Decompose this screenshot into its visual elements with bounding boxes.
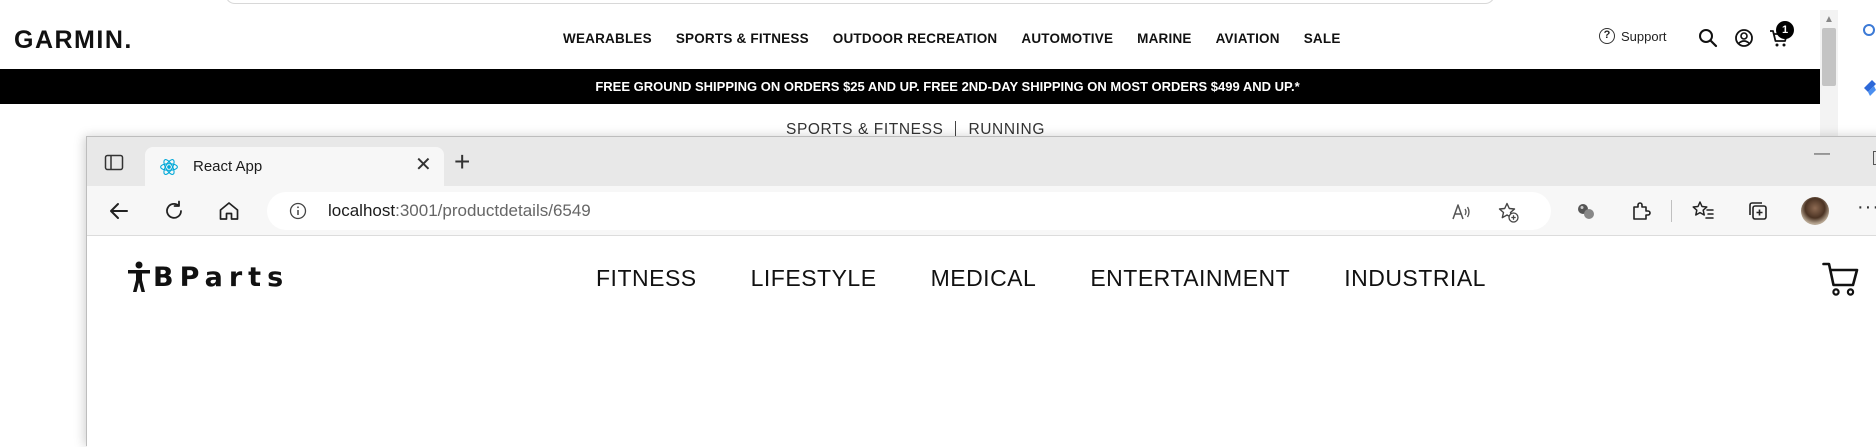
tab-strip: React App ✕ + — bbox=[87, 137, 1876, 186]
site-nav-medical[interactable]: MEDICAL bbox=[931, 265, 1037, 292]
minimize-icon[interactable]: — bbox=[1814, 145, 1830, 163]
extension-spheres-icon[interactable] bbox=[1574, 199, 1598, 223]
edge-copilot-icon[interactable] bbox=[1860, 78, 1876, 98]
shipping-banner[interactable]: FREE GROUND SHIPPING ON ORDERS $25 AND U… bbox=[0, 69, 1820, 104]
background-address-bar bbox=[225, 0, 1495, 4]
garmin-nav-wearables[interactable]: WEARABLES bbox=[563, 31, 652, 46]
site-main-nav: FITNESS LIFESTYLE MEDICAL ENTERTAINMENT … bbox=[596, 265, 1486, 292]
browser-window: React App ✕ + — localhost:3001/productde… bbox=[86, 136, 1876, 447]
browser-toolbar: localhost:3001/productdetails/6549 ·· bbox=[87, 186, 1876, 236]
tab-react-app[interactable]: React App ✕ bbox=[145, 147, 444, 186]
garmin-nav-aviation[interactable]: AVIATION bbox=[1216, 31, 1280, 46]
home-icon[interactable] bbox=[217, 199, 241, 223]
webpage-content: BParts FITNESS LIFESTYLE MEDICAL ENTERTA… bbox=[87, 237, 1876, 447]
site-nav-entertainment[interactable]: ENTERTAINMENT bbox=[1090, 265, 1290, 292]
person-logo-icon bbox=[128, 261, 150, 292]
cart-count-badge: 1 bbox=[1776, 21, 1794, 39]
sidebar-edge bbox=[1838, 0, 1876, 140]
search-icon[interactable] bbox=[1697, 27, 1719, 49]
toolbar-separator bbox=[1671, 200, 1672, 222]
garmin-logo[interactable]: GARMIN. bbox=[14, 26, 133, 55]
site-nav-industrial[interactable]: INDUSTRIAL bbox=[1344, 265, 1486, 292]
site-info-icon[interactable] bbox=[289, 202, 307, 220]
account-icon[interactable] bbox=[1733, 27, 1755, 49]
favorites-icon[interactable] bbox=[1691, 199, 1715, 223]
garmin-support-link[interactable]: ? Support bbox=[1599, 28, 1667, 44]
react-icon bbox=[160, 159, 178, 175]
url-text[interactable]: localhost:3001/productdetails/6549 bbox=[328, 201, 591, 221]
url-path: :3001/productdetails/6549 bbox=[395, 201, 591, 220]
tab-actions-icon[interactable] bbox=[103, 151, 125, 173]
garmin-main-nav: WEARABLES SPORTS & FITNESS OUTDOOR RECRE… bbox=[563, 31, 1365, 46]
tab-title: React App bbox=[193, 158, 263, 175]
garmin-nav-marine[interactable]: MARINE bbox=[1137, 31, 1191, 46]
scroll-up-arrow-icon[interactable]: ▲ bbox=[1824, 14, 1834, 25]
garmin-nav-sale[interactable]: SALE bbox=[1304, 31, 1341, 46]
garmin-support-label: Support bbox=[1621, 28, 1667, 44]
garmin-nav-outdoor-recreation[interactable]: OUTDOOR RECREATION bbox=[833, 31, 998, 46]
close-tab-icon[interactable]: ✕ bbox=[415, 155, 432, 175]
site-nav-fitness[interactable]: FITNESS bbox=[596, 265, 697, 292]
extensions-puzzle-icon[interactable] bbox=[1629, 199, 1653, 223]
scrollbar-thumb[interactable] bbox=[1822, 28, 1836, 86]
garmin-nav-sports-fitness[interactable]: SPORTS & FITNESS bbox=[676, 31, 809, 46]
more-options-icon[interactable]: ··· bbox=[1857, 196, 1876, 219]
help-circle-icon: ? bbox=[1599, 28, 1615, 44]
garmin-nav-automotive[interactable]: AUTOMOTIVE bbox=[1021, 31, 1113, 46]
site-logo-text: BParts bbox=[153, 261, 290, 293]
url-host: localhost bbox=[328, 201, 396, 220]
site-logo[interactable]: BParts bbox=[127, 261, 289, 293]
site-nav-lifestyle[interactable]: LIFESTYLE bbox=[751, 265, 877, 292]
collections-icon[interactable] bbox=[1746, 199, 1770, 223]
add-favorite-icon[interactable] bbox=[1497, 201, 1519, 223]
address-bar[interactable]: localhost:3001/productdetails/6549 bbox=[267, 192, 1551, 230]
edge-search-icon[interactable] bbox=[1861, 22, 1876, 38]
shopping-cart-icon[interactable] bbox=[1822, 261, 1860, 297]
refresh-icon[interactable] bbox=[162, 199, 186, 223]
profile-avatar[interactable] bbox=[1801, 197, 1829, 225]
back-arrow-icon[interactable] bbox=[107, 199, 131, 223]
read-aloud-icon[interactable] bbox=[1450, 201, 1472, 223]
breadcrumb-separator bbox=[955, 121, 957, 136]
new-tab-icon[interactable]: + bbox=[454, 146, 470, 178]
